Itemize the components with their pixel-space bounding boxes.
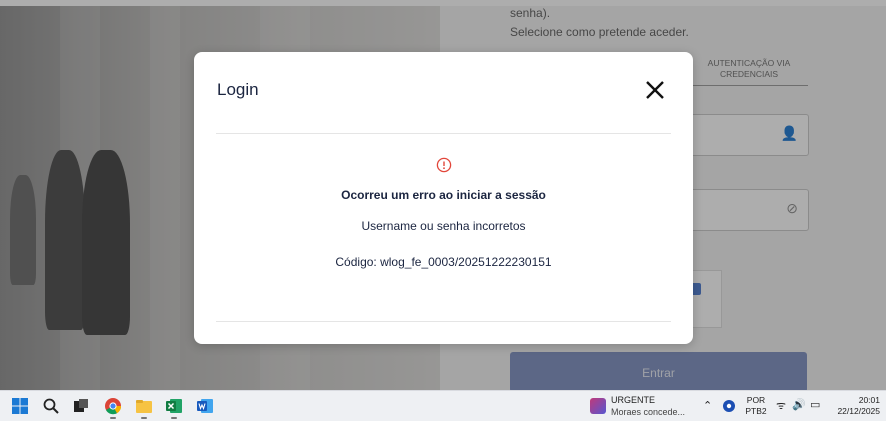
close-button[interactable] bbox=[641, 76, 669, 104]
battery-icon[interactable]: ▭ bbox=[810, 398, 820, 411]
windows-start-icon[interactable] bbox=[11, 397, 29, 415]
error-code: Código: wlog_fe_0003/20251222230151 bbox=[335, 255, 552, 269]
error-message: Username ou senha incorretos bbox=[361, 219, 526, 233]
excel-icon[interactable] bbox=[165, 397, 183, 415]
active-app-indicator bbox=[110, 417, 116, 419]
clock[interactable]: 20:01 22/12/2025 bbox=[828, 395, 880, 417]
language-code: POR bbox=[746, 395, 766, 405]
news-widget-icon[interactable] bbox=[590, 398, 606, 414]
clock-date: 22/12/2025 bbox=[837, 406, 880, 416]
error-icon bbox=[436, 157, 452, 173]
file-explorer-icon[interactable] bbox=[135, 397, 153, 415]
active-app-indicator bbox=[141, 417, 147, 419]
divider bbox=[216, 321, 671, 322]
clock-time: 20:01 bbox=[858, 395, 880, 405]
divider bbox=[216, 133, 671, 134]
language-indicator[interactable]: POR PTB2 bbox=[744, 395, 768, 417]
wifi-icon[interactable]: ᯤ bbox=[776, 398, 786, 413]
security-status-icon[interactable] bbox=[722, 399, 736, 413]
login-error-dialog: Login Ocorreu um erro ao iniciar a sessã… bbox=[194, 52, 693, 344]
word-icon[interactable] bbox=[196, 397, 214, 415]
task-view-icon[interactable] bbox=[72, 397, 90, 415]
close-icon bbox=[646, 81, 664, 99]
taskbar: URGENTE Moraes concede... ⌃ POR PTB2 ᯤ 🔊… bbox=[0, 390, 886, 421]
search-icon[interactable] bbox=[42, 397, 60, 415]
keyboard-layout: PTB2 bbox=[745, 406, 767, 416]
chevron-up-icon[interactable]: ⌃ bbox=[703, 399, 712, 412]
dialog-title: Login bbox=[217, 80, 259, 99]
active-app-indicator bbox=[171, 417, 177, 419]
chrome-icon[interactable] bbox=[104, 397, 122, 415]
news-title[interactable]: URGENTE bbox=[611, 395, 655, 405]
error-title: Ocorreu um erro ao iniciar a sessão bbox=[341, 188, 546, 202]
news-subtitle[interactable]: Moraes concede... bbox=[611, 407, 685, 417]
volume-icon[interactable]: 🔊 bbox=[792, 398, 806, 411]
